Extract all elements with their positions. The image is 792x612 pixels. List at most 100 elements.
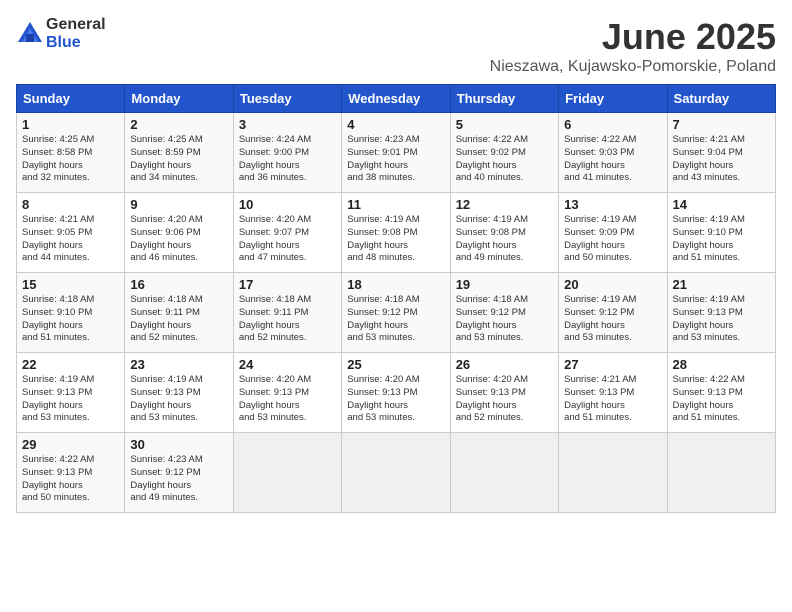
- calendar-day: 24 Sunrise: 4:20 AM Sunset: 9:13 PM Dayl…: [233, 353, 341, 433]
- title-area: June 2025 Nieszawa, Kujawsko-Pomorskie, …: [490, 16, 776, 76]
- day-info: Sunrise: 4:22 AM Sunset: 9:13 PM Dayligh…: [22, 454, 119, 505]
- calendar-day: 9 Sunrise: 4:20 AM Sunset: 9:06 PM Dayli…: [125, 193, 233, 273]
- day-info: Sunrise: 4:19 AM Sunset: 9:08 PM Dayligh…: [347, 214, 444, 265]
- day-info: Sunrise: 4:20 AM Sunset: 9:07 PM Dayligh…: [239, 214, 336, 265]
- calendar-row: 29 Sunrise: 4:22 AM Sunset: 9:13 PM Dayl…: [17, 433, 776, 513]
- day-number: 1: [22, 117, 119, 132]
- page-header: General Blue June 2025 Nieszawa, Kujawsk…: [16, 16, 776, 76]
- day-number: 10: [239, 197, 336, 212]
- calendar-day: 17 Sunrise: 4:18 AM Sunset: 9:11 PM Dayl…: [233, 273, 341, 353]
- header-saturday: Saturday: [667, 85, 775, 113]
- calendar-table: Sunday Monday Tuesday Wednesday Thursday…: [16, 84, 776, 513]
- day-number: 9: [130, 197, 227, 212]
- calendar-day: 5 Sunrise: 4:22 AM Sunset: 9:02 PM Dayli…: [450, 113, 558, 193]
- day-info: Sunrise: 4:19 AM Sunset: 9:13 PM Dayligh…: [130, 374, 227, 425]
- calendar-day: 16 Sunrise: 4:18 AM Sunset: 9:11 PM Dayl…: [125, 273, 233, 353]
- header-tuesday: Tuesday: [233, 85, 341, 113]
- day-info: Sunrise: 4:19 AM Sunset: 9:09 PM Dayligh…: [564, 214, 661, 265]
- calendar-day: 19 Sunrise: 4:18 AM Sunset: 9:12 PM Dayl…: [450, 273, 558, 353]
- calendar-day: 13 Sunrise: 4:19 AM Sunset: 9:09 PM Dayl…: [559, 193, 667, 273]
- day-info: Sunrise: 4:18 AM Sunset: 9:10 PM Dayligh…: [22, 294, 119, 345]
- day-info: Sunrise: 4:21 AM Sunset: 9:04 PM Dayligh…: [673, 134, 770, 185]
- calendar-day: 26 Sunrise: 4:20 AM Sunset: 9:13 PM Dayl…: [450, 353, 558, 433]
- day-number: 17: [239, 277, 336, 292]
- calendar-day: 10 Sunrise: 4:20 AM Sunset: 9:07 PM Dayl…: [233, 193, 341, 273]
- day-info: Sunrise: 4:18 AM Sunset: 9:12 PM Dayligh…: [347, 294, 444, 345]
- calendar-day: 14 Sunrise: 4:19 AM Sunset: 9:10 PM Dayl…: [667, 193, 775, 273]
- day-info: Sunrise: 4:22 AM Sunset: 9:13 PM Dayligh…: [673, 374, 770, 425]
- calendar-day: 27 Sunrise: 4:21 AM Sunset: 9:13 PM Dayl…: [559, 353, 667, 433]
- day-info: Sunrise: 4:19 AM Sunset: 9:10 PM Dayligh…: [673, 214, 770, 265]
- day-info: Sunrise: 4:22 AM Sunset: 9:03 PM Dayligh…: [564, 134, 661, 185]
- day-number: 15: [22, 277, 119, 292]
- day-number: 6: [564, 117, 661, 132]
- logo-blue: Blue: [46, 34, 81, 51]
- day-info: Sunrise: 4:23 AM Sunset: 9:12 PM Dayligh…: [130, 454, 227, 505]
- day-info: Sunrise: 4:19 AM Sunset: 9:12 PM Dayligh…: [564, 294, 661, 345]
- day-info: Sunrise: 4:21 AM Sunset: 9:05 PM Dayligh…: [22, 214, 119, 265]
- day-info: Sunrise: 4:24 AM Sunset: 9:00 PM Dayligh…: [239, 134, 336, 185]
- calendar-day: 15 Sunrise: 4:18 AM Sunset: 9:10 PM Dayl…: [17, 273, 125, 353]
- calendar-day: [233, 433, 341, 513]
- header-wednesday: Wednesday: [342, 85, 450, 113]
- calendar-day: 18 Sunrise: 4:18 AM Sunset: 9:12 PM Dayl…: [342, 273, 450, 353]
- calendar-day: 3 Sunrise: 4:24 AM Sunset: 9:00 PM Dayli…: [233, 113, 341, 193]
- calendar-day: 4 Sunrise: 4:23 AM Sunset: 9:01 PM Dayli…: [342, 113, 450, 193]
- day-info: Sunrise: 4:23 AM Sunset: 9:01 PM Dayligh…: [347, 134, 444, 185]
- calendar-day: [559, 433, 667, 513]
- calendar-day: 20 Sunrise: 4:19 AM Sunset: 9:12 PM Dayl…: [559, 273, 667, 353]
- day-number: 4: [347, 117, 444, 132]
- day-number: 28: [673, 357, 770, 372]
- day-info: Sunrise: 4:20 AM Sunset: 9:13 PM Dayligh…: [347, 374, 444, 425]
- day-number: 11: [347, 197, 444, 212]
- day-number: 16: [130, 277, 227, 292]
- header-row: Sunday Monday Tuesday Wednesday Thursday…: [17, 85, 776, 113]
- calendar-day: 8 Sunrise: 4:21 AM Sunset: 9:05 PM Dayli…: [17, 193, 125, 273]
- day-number: 2: [130, 117, 227, 132]
- day-number: 12: [456, 197, 553, 212]
- day-info: Sunrise: 4:19 AM Sunset: 9:13 PM Dayligh…: [22, 374, 119, 425]
- calendar-day: 2 Sunrise: 4:25 AM Sunset: 8:59 PM Dayli…: [125, 113, 233, 193]
- calendar-day: [342, 433, 450, 513]
- day-info: Sunrise: 4:19 AM Sunset: 9:13 PM Dayligh…: [673, 294, 770, 345]
- calendar-day: 1 Sunrise: 4:25 AM Sunset: 8:58 PM Dayli…: [17, 113, 125, 193]
- day-info: Sunrise: 4:25 AM Sunset: 8:58 PM Dayligh…: [22, 134, 119, 185]
- day-number: 23: [130, 357, 227, 372]
- day-number: 3: [239, 117, 336, 132]
- day-number: 25: [347, 357, 444, 372]
- header-sunday: Sunday: [17, 85, 125, 113]
- day-info: Sunrise: 4:18 AM Sunset: 9:12 PM Dayligh…: [456, 294, 553, 345]
- day-info: Sunrise: 4:22 AM Sunset: 9:02 PM Dayligh…: [456, 134, 553, 185]
- logo: General Blue: [16, 16, 106, 52]
- calendar-row: 22 Sunrise: 4:19 AM Sunset: 9:13 PM Dayl…: [17, 353, 776, 433]
- calendar-day: 23 Sunrise: 4:19 AM Sunset: 9:13 PM Dayl…: [125, 353, 233, 433]
- calendar-day: 21 Sunrise: 4:19 AM Sunset: 9:13 PM Dayl…: [667, 273, 775, 353]
- day-number: 26: [456, 357, 553, 372]
- calendar-day: 11 Sunrise: 4:19 AM Sunset: 9:08 PM Dayl…: [342, 193, 450, 273]
- calendar-day: 30 Sunrise: 4:23 AM Sunset: 9:12 PM Dayl…: [125, 433, 233, 513]
- day-number: 14: [673, 197, 770, 212]
- calendar-day: 25 Sunrise: 4:20 AM Sunset: 9:13 PM Dayl…: [342, 353, 450, 433]
- calendar-day: 22 Sunrise: 4:19 AM Sunset: 9:13 PM Dayl…: [17, 353, 125, 433]
- calendar-row: 1 Sunrise: 4:25 AM Sunset: 8:58 PM Dayli…: [17, 113, 776, 193]
- day-number: 13: [564, 197, 661, 212]
- logo-icon: [16, 20, 44, 48]
- day-info: Sunrise: 4:19 AM Sunset: 9:08 PM Dayligh…: [456, 214, 553, 265]
- calendar-subtitle: Nieszawa, Kujawsko-Pomorskie, Poland: [490, 58, 776, 76]
- day-info: Sunrise: 4:18 AM Sunset: 9:11 PM Dayligh…: [239, 294, 336, 345]
- day-number: 20: [564, 277, 661, 292]
- calendar-day: 28 Sunrise: 4:22 AM Sunset: 9:13 PM Dayl…: [667, 353, 775, 433]
- day-info: Sunrise: 4:25 AM Sunset: 8:59 PM Dayligh…: [130, 134, 227, 185]
- day-info: Sunrise: 4:18 AM Sunset: 9:11 PM Dayligh…: [130, 294, 227, 345]
- calendar-day: [667, 433, 775, 513]
- calendar-day: 6 Sunrise: 4:22 AM Sunset: 9:03 PM Dayli…: [559, 113, 667, 193]
- day-number: 18: [347, 277, 444, 292]
- header-friday: Friday: [559, 85, 667, 113]
- day-number: 21: [673, 277, 770, 292]
- day-number: 24: [239, 357, 336, 372]
- header-thursday: Thursday: [450, 85, 558, 113]
- day-number: 5: [456, 117, 553, 132]
- day-number: 19: [456, 277, 553, 292]
- calendar-day: 7 Sunrise: 4:21 AM Sunset: 9:04 PM Dayli…: [667, 113, 775, 193]
- day-number: 30: [130, 437, 227, 452]
